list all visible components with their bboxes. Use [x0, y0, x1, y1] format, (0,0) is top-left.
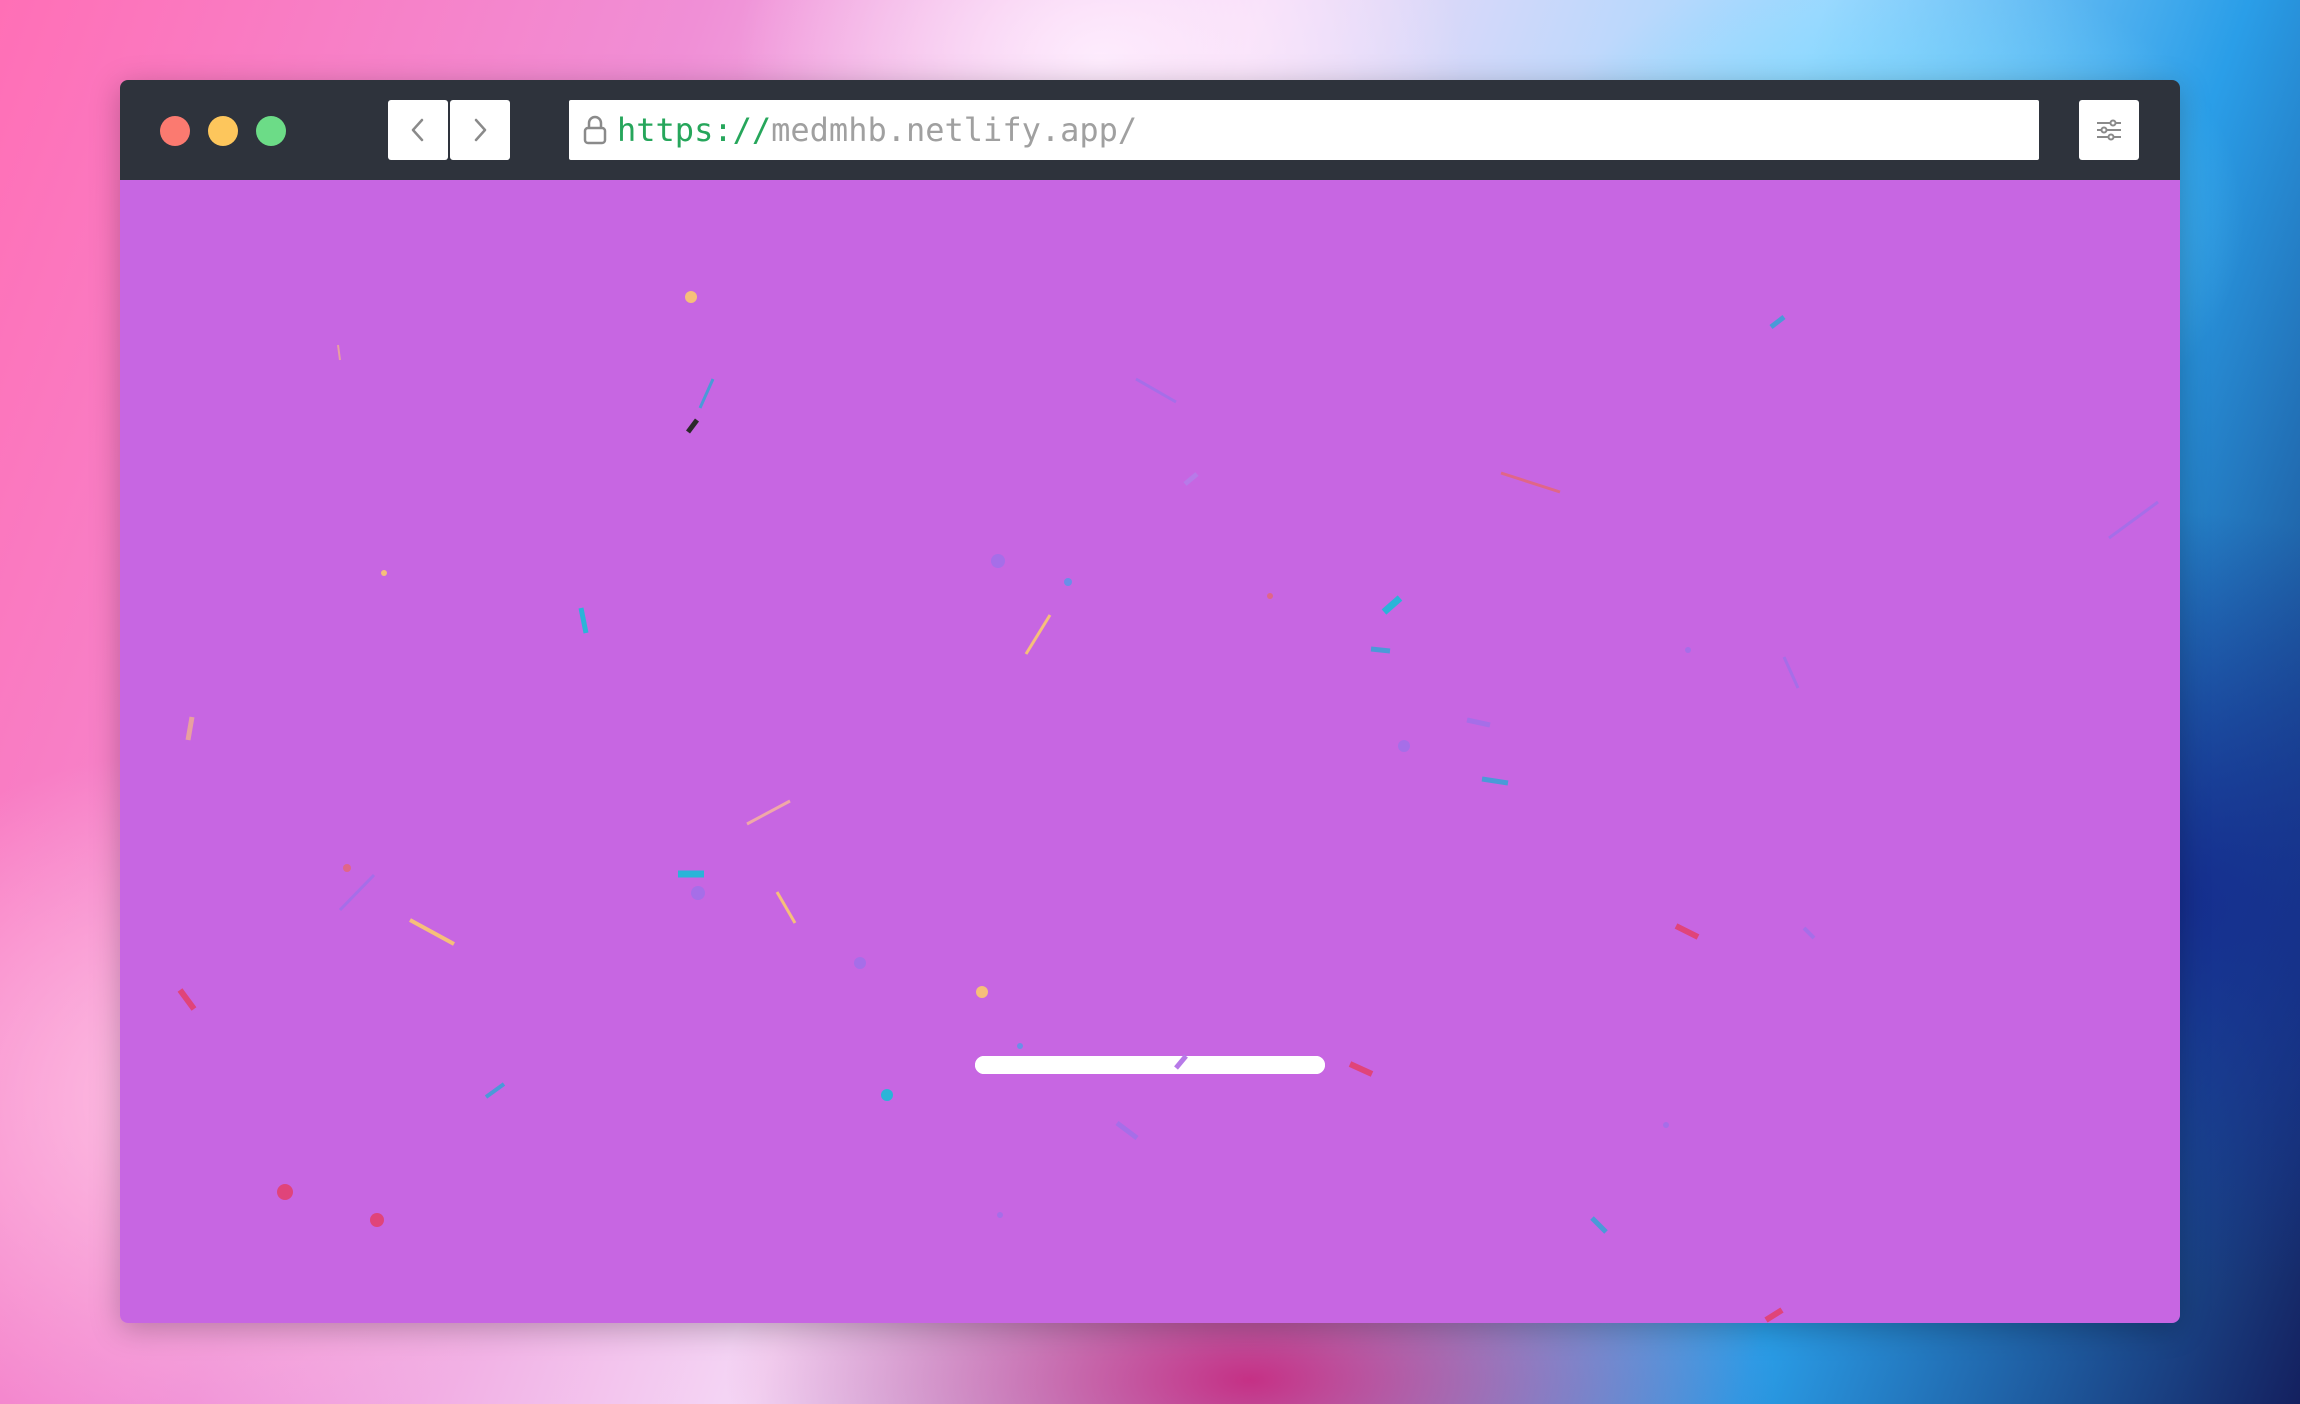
- confetti-dot: [277, 1184, 293, 1200]
- confetti-streak: [337, 344, 341, 361]
- lock-icon: [581, 113, 609, 147]
- confetti-streak: [338, 873, 376, 912]
- confetti-streak: [1135, 377, 1177, 404]
- confetti-dot: [1267, 593, 1273, 599]
- confetti-streak: [1348, 1061, 1374, 1077]
- confetti-dot: [1663, 1122, 1669, 1128]
- confetti-streak: [409, 918, 455, 946]
- confetti-streak: [746, 799, 791, 826]
- chevron-left-icon: [411, 118, 424, 142]
- confetti-streak: [775, 891, 797, 924]
- confetti-streak: [1764, 1307, 1784, 1323]
- confetti-streak: [1024, 614, 1052, 655]
- confetti-dot: [997, 1212, 1003, 1218]
- confetti-dot: [1685, 647, 1691, 653]
- loading-bar-fill: [975, 1056, 1325, 1074]
- confetti-streak: [578, 607, 589, 634]
- confetti-particles: [177, 291, 2159, 1323]
- confetti-dot: [1398, 740, 1410, 752]
- minimize-window-button[interactable]: [208, 116, 238, 146]
- confetti-streak: [1590, 1216, 1608, 1234]
- confetti-streak: [185, 716, 195, 741]
- confetti-streak: [1802, 926, 1816, 940]
- confetti-dot: [854, 957, 866, 969]
- confetti-streak: [686, 418, 699, 434]
- confetti-streak: [1500, 471, 1561, 494]
- confetti-streak: [1183, 472, 1199, 486]
- browser-window: https://medmhb.netlify.app/: [120, 80, 2180, 1323]
- back-button[interactable]: [388, 100, 448, 160]
- confetti-dot: [691, 886, 705, 900]
- confetti-streak: [484, 1082, 506, 1099]
- confetti-streak: [1466, 717, 1491, 728]
- browser-toolbar: https://medmhb.netlify.app/: [120, 80, 2180, 180]
- confetti-streak: [1481, 776, 1509, 786]
- confetti-streak: [1381, 595, 1403, 615]
- confetti-streak: [1370, 646, 1391, 654]
- url-text: https://medmhb.netlify.app/: [617, 111, 1137, 149]
- confetti-dot: [1064, 578, 1072, 586]
- confetti-dot: [381, 570, 387, 576]
- confetti-dot: [991, 554, 1005, 568]
- loading-bar: [975, 1056, 1325, 1074]
- confetti-dot: [370, 1213, 384, 1227]
- confetti-streak: [1782, 656, 1800, 689]
- url-host: medmhb.netlify.app/: [771, 111, 1138, 149]
- maximize-window-button[interactable]: [256, 116, 286, 146]
- confetti-dot: [343, 864, 351, 872]
- confetti-streak: [1115, 1121, 1139, 1140]
- confetti-streak: [177, 988, 197, 1011]
- confetti-dot: [976, 986, 988, 998]
- confetti-dot: [685, 291, 697, 303]
- close-window-button[interactable]: [160, 116, 190, 146]
- page-viewport: [120, 180, 2180, 1323]
- address-bar[interactable]: https://medmhb.netlify.app/: [569, 100, 2039, 160]
- chevron-right-icon: [474, 118, 487, 142]
- confetti-streak: [698, 378, 715, 409]
- confetti-streak: [1674, 923, 1700, 940]
- forward-button[interactable]: [450, 100, 510, 160]
- confetti-streak: [2108, 500, 2159, 540]
- confetti-streak: [1769, 315, 1786, 329]
- url-scheme: https://: [617, 111, 772, 149]
- confetti-dot: [881, 1089, 893, 1101]
- settings-button[interactable]: [2079, 100, 2139, 160]
- sliders-icon: [2097, 119, 2121, 141]
